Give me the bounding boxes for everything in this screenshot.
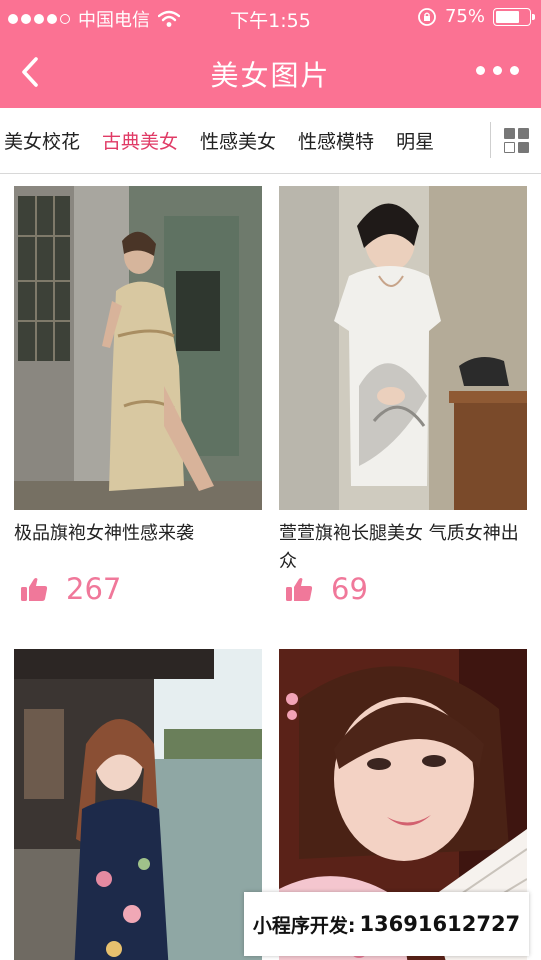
card-title: 极品旗袍女神性感来袭 bbox=[14, 523, 194, 544]
battery-icon bbox=[493, 7, 535, 26]
tab-sexy-model[interactable]: 性感模特 bbox=[287, 127, 385, 154]
thumbs-up-icon bbox=[21, 578, 48, 601]
more-dot-icon bbox=[476, 66, 485, 75]
nav-bar: 美女图片 bbox=[0, 36, 541, 108]
like-button[interactable]: 69 bbox=[285, 572, 368, 606]
status-right: 75% bbox=[417, 6, 535, 27]
like-button[interactable]: 267 bbox=[20, 572, 121, 606]
like-count: 267 bbox=[66, 572, 122, 606]
photo-card[interactable]: 极品旗袍女神性感来袭 267 bbox=[14, 186, 262, 606]
more-dot-icon bbox=[493, 66, 502, 75]
status-bar: 中国电信 下午1:55 75% bbox=[0, 0, 541, 36]
like-count: 69 bbox=[331, 572, 368, 606]
photo-card[interactable]: 萱萱旗袍长腿美女 气质女神出众 69 bbox=[279, 186, 527, 606]
contact-label: 小程序开发: bbox=[252, 914, 356, 937]
tab-track[interactable]: 美女校花 古典美女 性感美女 性感模特 明星 bbox=[0, 108, 490, 172]
more-button[interactable] bbox=[476, 66, 519, 75]
tabs-divider bbox=[490, 122, 491, 158]
card-photo[interactable] bbox=[14, 186, 262, 510]
battery-percent: 75% bbox=[444, 6, 485, 27]
tab-campus-beauty[interactable]: 美女校花 bbox=[0, 127, 91, 154]
tab-sexy-beauty[interactable]: 性感美女 bbox=[189, 127, 287, 154]
tab-classic-beauty[interactable]: 古典美女 bbox=[91, 127, 189, 154]
contact-phone: 13691612727 bbox=[359, 912, 521, 936]
category-tabs: 美女校花 古典美女 性感美女 性感模特 明星 bbox=[0, 108, 541, 174]
more-dot-icon bbox=[510, 66, 519, 75]
card-photo[interactable] bbox=[14, 649, 262, 960]
grid-icon[interactable] bbox=[504, 128, 529, 153]
developer-contact-banner: 小程序开发: 13691612727 bbox=[244, 892, 529, 956]
photo-card[interactable] bbox=[14, 649, 262, 960]
card-title: 萱萱旗袍长腿美女 气质女神出众 bbox=[279, 523, 519, 572]
tab-celebrity[interactable]: 明星 bbox=[385, 127, 445, 154]
card-photo[interactable] bbox=[279, 186, 527, 510]
page-title: 美女图片 bbox=[210, 59, 331, 92]
rotation-lock-icon bbox=[418, 7, 436, 26]
thumbs-up-icon bbox=[286, 578, 313, 601]
